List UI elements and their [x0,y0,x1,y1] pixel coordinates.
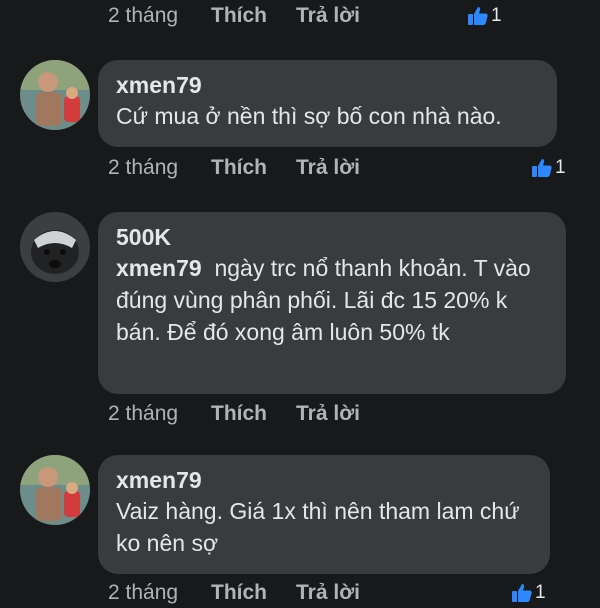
thumbs-up-icon [530,156,554,180]
reaction-count[interactable]: 1 [530,156,566,180]
comment-author[interactable]: 500K [116,222,548,252]
mention-link[interactable]: xmen79 [116,255,202,281]
comment-timestamp: 2 tháng [108,156,179,179]
like-link[interactable]: Thích [211,402,296,426]
comment-author[interactable]: xmen79 [116,70,539,100]
comment-actions-row: 2 tháng Thích Trả lời [108,578,360,608]
thumbs-up-icon [466,4,490,28]
reply-link[interactable]: Trả lời [296,402,360,426]
avatar[interactable] [20,212,90,282]
comment-timestamp: 2 tháng [108,402,179,425]
reply-link[interactable]: Trả lời [296,581,360,605]
comment-author[interactable]: xmen79 [116,465,532,495]
comment-bubble: 500K xmen79 ngày trc nổ thanh khoản. T v… [98,212,566,394]
reaction-count[interactable]: 1 [510,581,546,605]
comment-text: Cứ mua ở nền thì sợ bố con nhà nào. [116,103,502,129]
like-link[interactable]: Thích [211,156,296,180]
reaction-count[interactable]: 1 [466,4,502,28]
comment-text: xmen79 ngày trc nổ thanh khoản. T vào đú… [116,252,548,348]
comment-actions-row: 2 tháng Thích Trả lời [108,399,360,429]
comment-actions-row: 2 tháng Thích Trả lời [108,1,360,31]
reply-link[interactable]: Trả lời [296,4,360,28]
comment-bubble: xmen79 Cứ mua ở nền thì sợ bố con nhà nà… [98,60,557,147]
like-link[interactable]: Thích [211,581,296,605]
comment-bubble: xmen79 Vaiz hàng. Giá 1x thì nên tham la… [98,455,550,574]
reaction-number: 1 [555,157,566,178]
like-link[interactable]: Thích [211,4,296,28]
comment-actions-row: 2 tháng Thích Trả lời [108,153,360,183]
reply-link[interactable]: Trả lời [296,156,360,180]
comment-timestamp: 2 tháng [108,4,179,27]
reaction-number: 1 [491,5,502,26]
avatar[interactable] [20,60,90,130]
reaction-number: 1 [535,582,546,603]
comment-text: Vaiz hàng. Giá 1x thì nên tham lam chứ k… [116,498,520,556]
avatar[interactable] [20,455,90,525]
thumbs-up-icon [510,581,534,605]
comment-timestamp: 2 tháng [108,581,179,604]
